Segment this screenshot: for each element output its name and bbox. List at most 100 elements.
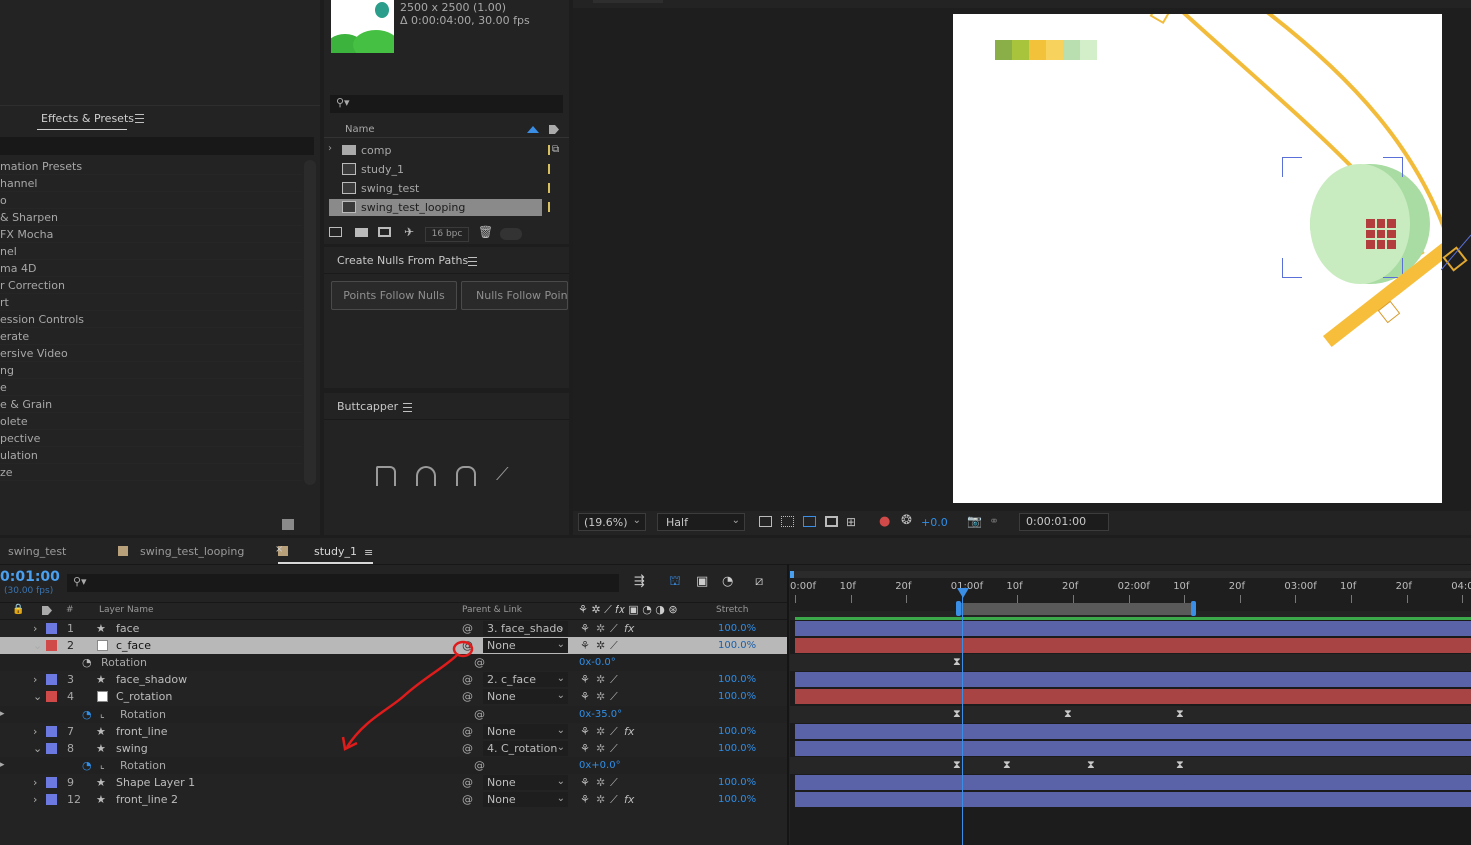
tab-effects-presets[interactable]: Effects & Presets bbox=[41, 112, 134, 128]
anchor-grid-icon[interactable] bbox=[1366, 219, 1396, 249]
layer-row[interactable]: › 1 ★ face @3. face_shado ⌄ ⚘ ✲ ⟋ fx 100.0% bbox=[0, 620, 788, 637]
resolution-dropdown[interactable]: Half ⌄ bbox=[657, 513, 745, 531]
quality-switch-icon[interactable]: ⟋ bbox=[610, 791, 618, 808]
playhead-line[interactable] bbox=[962, 589, 963, 845]
composition-flowchart-icon[interactable]: ⇶ bbox=[634, 574, 645, 589]
close-icon[interactable]: × bbox=[275, 544, 283, 555]
zoom-dropdown[interactable]: (19.6%) ⌄ bbox=[578, 513, 646, 531]
expand-chevron-icon[interactable]: › bbox=[33, 723, 37, 740]
timeline-search-input[interactable]: ⚲▾ bbox=[67, 574, 619, 592]
effects-category-item[interactable]: o bbox=[0, 192, 302, 209]
effects-category-item[interactable]: ession Controls bbox=[0, 311, 302, 328]
parent-dropdown[interactable]: None ⌄ bbox=[483, 775, 568, 790]
round-cap-icon[interactable] bbox=[416, 466, 436, 486]
collapse-switch-icon[interactable]: ✲ bbox=[596, 688, 605, 705]
layer-name[interactable]: face bbox=[116, 620, 139, 637]
projecting-cap-icon[interactable] bbox=[456, 466, 476, 486]
work-area-start-handle[interactable] bbox=[790, 571, 794, 578]
playhead-handle[interactable] bbox=[957, 588, 969, 598]
project-comp-item[interactable]: study_1 bbox=[324, 160, 569, 179]
parent-dropdown[interactable]: 4. C_rotation ⌄ bbox=[483, 741, 568, 756]
color-management-icon[interactable]: ❂ bbox=[901, 513, 912, 528]
layer-duration-bar[interactable] bbox=[795, 689, 1471, 704]
effects-category-item[interactable]: mation Presets bbox=[0, 158, 302, 175]
comp-canvas[interactable] bbox=[953, 14, 1442, 503]
bpc-button[interactable]: 16 bpc bbox=[425, 227, 469, 242]
effects-search-input[interactable] bbox=[0, 137, 314, 155]
property-value[interactable]: 0x+0.0° bbox=[579, 757, 621, 774]
layer-duration-bar[interactable] bbox=[795, 775, 1471, 790]
effects-switch-icon[interactable]: fx bbox=[624, 791, 634, 808]
flowchart-icon[interactable]: ⧉ bbox=[552, 144, 559, 155]
shy-switch-icon[interactable]: ⚘ bbox=[580, 791, 590, 808]
expand-arrow-icon[interactable]: ▸ bbox=[0, 706, 5, 723]
effects-category-item[interactable]: erate bbox=[0, 328, 302, 345]
layer-duration-bar[interactable] bbox=[795, 638, 1471, 653]
shy-switch-icon[interactable]: ⚘ bbox=[580, 637, 590, 654]
resize-grip-icon[interactable] bbox=[282, 519, 294, 530]
points-follow-nulls-button[interactable]: Points Follow Nulls bbox=[331, 281, 457, 310]
shy-switch-icon[interactable]: ⚘ bbox=[580, 774, 590, 791]
parent-dropdown[interactable]: 2. c_face ⌄ bbox=[483, 672, 568, 687]
effects-category-item[interactable]: r Correction bbox=[0, 277, 302, 294]
quality-switch-icon[interactable]: ⟋ bbox=[610, 620, 618, 637]
layer-name[interactable]: c_face bbox=[116, 637, 151, 654]
guides-icon[interactable]: ⊞ bbox=[846, 515, 856, 529]
quality-switch-icon[interactable]: ⟋ bbox=[610, 637, 618, 654]
effects-category-item[interactable]: pective bbox=[0, 430, 302, 447]
effects-category-item[interactable]: e & Grain bbox=[0, 396, 302, 413]
label-color-swatch[interactable] bbox=[46, 777, 57, 788]
layer-duration-bar[interactable] bbox=[795, 724, 1471, 739]
parent-dropdown[interactable]: None ⌄ bbox=[483, 689, 568, 704]
stretch-value[interactable]: 100.0% bbox=[718, 671, 756, 688]
transparency-grid-icon[interactable] bbox=[781, 516, 794, 527]
effects-category-item[interactable]: ersive Video bbox=[0, 345, 302, 362]
collapse-switch-icon[interactable]: ✲ bbox=[596, 791, 605, 808]
stretch-value[interactable]: 100.0% bbox=[718, 620, 756, 637]
stretch-value[interactable]: 100.0% bbox=[718, 774, 756, 791]
diagonal-cap-icon[interactable]: ⟋ bbox=[496, 465, 509, 485]
keyframe-icon[interactable]: ⧗ bbox=[953, 708, 961, 719]
pick-whip-icon[interactable]: @ bbox=[474, 706, 485, 723]
effects-switch-icon[interactable]: fx bbox=[624, 723, 634, 740]
collapse-switch-icon[interactable]: ✲ bbox=[596, 620, 605, 637]
fast-preview-icon[interactable] bbox=[825, 516, 838, 527]
shy-switch-icon[interactable]: ⚘ bbox=[580, 671, 590, 688]
name-column-header[interactable]: Name bbox=[345, 124, 375, 135]
nulls-follow-points-button[interactable]: Nulls Follow Point bbox=[461, 281, 568, 310]
project-comp-item[interactable]: swing_test bbox=[324, 179, 569, 198]
new-folder-icon[interactable] bbox=[355, 228, 368, 237]
stopwatch-icon[interactable]: ◔ bbox=[82, 757, 92, 774]
pick-whip-icon[interactable]: @ bbox=[462, 774, 473, 791]
motion-blur-icon[interactable]: ◔ bbox=[722, 574, 733, 589]
keyframe-icon[interactable]: ⧗ bbox=[1064, 708, 1072, 719]
label-color-swatch[interactable] bbox=[46, 623, 57, 634]
graph-editor-icon[interactable]: ⧄ bbox=[755, 574, 763, 589]
effects-category-item[interactable]: ulation bbox=[0, 447, 302, 464]
keyframe-icon[interactable]: ⧗ bbox=[1087, 759, 1095, 770]
quality-switch-icon[interactable]: ⟋ bbox=[610, 671, 618, 688]
expand-chevron-icon[interactable]: ⌄ bbox=[33, 688, 42, 705]
expand-chevron-icon[interactable]: › bbox=[33, 620, 37, 637]
quality-switch-icon[interactable]: ⟋ bbox=[610, 740, 618, 757]
timecode-display[interactable]: 0:01:00 bbox=[0, 569, 60, 585]
layer-name[interactable]: swing bbox=[116, 740, 148, 757]
hamburger-icon[interactable] bbox=[468, 257, 477, 266]
effects-category-item[interactable]: olete bbox=[0, 413, 302, 430]
effects-category-item[interactable]: ng bbox=[0, 362, 302, 379]
hamburger-icon[interactable]: ≡ bbox=[364, 546, 373, 559]
project-folder-item[interactable]: › comp ⧉ bbox=[324, 141, 569, 160]
interpret-footage-icon[interactable] bbox=[329, 227, 342, 237]
collapse-switch-icon[interactable]: ✲ bbox=[596, 774, 605, 791]
layer-row[interactable]: › 12 ★ front_line 2 @ None ⌄ ⚘ ✲ ⟋ fx 100.0% bbox=[0, 791, 788, 808]
parent-dropdown[interactable]: 3. face_shado ⌄ bbox=[483, 621, 568, 636]
stretch-value[interactable]: 100.0% bbox=[718, 740, 756, 757]
shy-switch-icon[interactable]: ⚘ bbox=[580, 620, 590, 637]
render-queue-icon[interactable]: ✈ bbox=[404, 225, 414, 239]
property-row[interactable]: ▸ ◔ ⌞ Rotation @0x+0.0° bbox=[0, 757, 788, 774]
region-of-interest-icon[interactable] bbox=[759, 516, 772, 527]
property-value[interactable]: 0x-0.0° bbox=[579, 654, 616, 671]
label-color-swatch[interactable] bbox=[46, 640, 57, 651]
effects-category-item[interactable]: hannel bbox=[0, 175, 302, 192]
label-color-swatch[interactable] bbox=[46, 794, 57, 805]
